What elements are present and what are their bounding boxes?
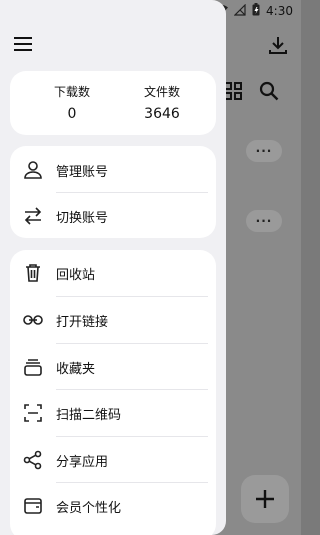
trash-icon — [23, 263, 43, 283]
stat-value: 3646 — [144, 106, 180, 122]
add-fab-button[interactable] — [241, 475, 289, 523]
stat-value: 0 — [67, 106, 77, 122]
search-icon[interactable] — [259, 81, 279, 101]
stats-card: 下载数 0 文件数 3646 — [10, 71, 216, 135]
recycle-bin-item[interactable]: 回收站 — [10, 250, 216, 296]
more-button[interactable]: ··· — [246, 210, 282, 232]
wallet-icon — [23, 496, 43, 516]
no-signal-icon — [233, 3, 246, 19]
scan-qr-item[interactable]: 扫描二维码 — [10, 390, 216, 436]
member-personalize-item[interactable]: 会员个性化 — [10, 483, 216, 529]
item-label: 收藏夹 — [56, 361, 96, 377]
scan-icon — [23, 403, 43, 423]
plus-icon — [256, 490, 274, 508]
person-icon — [23, 160, 43, 180]
account-card: 管理账号 切换账号 — [10, 146, 216, 238]
share-app-item[interactable]: 分享应用 — [10, 437, 216, 483]
item-label: 分享应用 — [56, 454, 109, 470]
open-link-item[interactable]: 打开链接 — [10, 297, 216, 343]
menu-icon[interactable] — [12, 33, 34, 55]
stat-label: 下载数 — [53, 85, 90, 99]
item-label: 管理账号 — [56, 164, 109, 180]
file-count[interactable]: 文件数 3646 — [122, 83, 202, 122]
switch-account-item[interactable]: 切换账号 — [10, 193, 216, 239]
more-button[interactable]: ··· — [246, 140, 282, 162]
collection-icon — [23, 357, 43, 377]
item-label: 会员个性化 — [56, 500, 122, 516]
navigation-drawer: 下载数 0 文件数 3646 管理账号 切换账号 回收站 打开链接 收藏夹 扫描… — [0, 0, 226, 535]
stat-label: 文件数 — [143, 85, 180, 99]
item-label: 回收站 — [56, 267, 96, 283]
grid-view-icon[interactable] — [224, 82, 242, 100]
swap-icon — [23, 206, 43, 226]
link-icon — [23, 310, 43, 330]
item-label: 切换账号 — [56, 210, 109, 226]
share-icon — [23, 450, 43, 470]
favorites-item[interactable]: 收藏夹 — [10, 344, 216, 390]
battery-icon — [252, 3, 260, 19]
item-label: 打开链接 — [56, 314, 109, 330]
manage-account-item[interactable]: 管理账号 — [10, 147, 216, 193]
clock: 4:30 — [266, 4, 293, 18]
item-label: 扫描二维码 — [56, 407, 122, 423]
tools-card: 回收站 打开链接 收藏夹 扫描二维码 分享应用 会员个性化 — [10, 250, 216, 535]
download-count[interactable]: 下载数 0 — [32, 83, 112, 122]
download-icon[interactable] — [267, 34, 289, 56]
